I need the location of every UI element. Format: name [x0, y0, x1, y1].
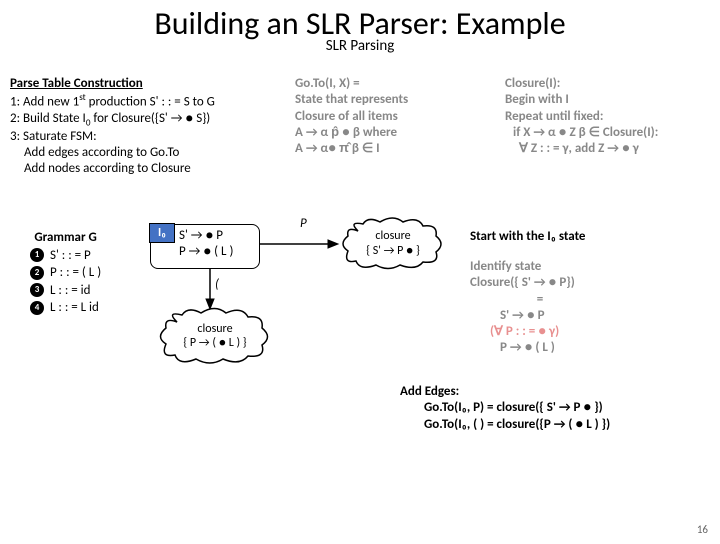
closure-definition: Closure(I): Begin with I Repeat until fi… — [505, 76, 715, 157]
cloud-right-l2: { S' → P ● } — [366, 244, 420, 258]
i0-item-2: P → ● ( L ) — [179, 244, 255, 260]
closure-l1: Closure(I): — [505, 76, 715, 92]
identify-l5: (∀ P : : = ● γ) — [470, 324, 610, 340]
edges-l1: Go.To(I₀, P) = closure({ S' → P ● }) — [400, 400, 610, 416]
goto-definition: Go.To(I, X) = State that represents Clos… — [295, 76, 475, 157]
goto-l5: A → α● π̂ β ∈ I — [295, 141, 475, 157]
slide-subtitle: SLR Parsing — [0, 37, 720, 55]
grammar-rule-3: 3L : : = id — [30, 282, 101, 300]
state-i0-box: I₀ S' → ● P P → ● ( L ) — [150, 224, 260, 269]
grammar-rule-1: 1S' : : = P — [30, 247, 101, 265]
goto-l1: Go.To(I, X) = — [295, 76, 475, 92]
page-number: 16 — [697, 523, 708, 536]
grammar-rule-4: 4L : : = L id — [30, 299, 101, 317]
identify-l3: = — [470, 292, 610, 308]
i0-item-1: S' → ● P — [179, 228, 255, 244]
identify-l4: S' → ● P — [470, 308, 610, 324]
edge-arrow-p — [260, 234, 340, 254]
identify-state-block: Identify state Closure({ S' → ● P}) = S'… — [470, 259, 610, 357]
grammar-rule-2: 2P : : = ( L ) — [30, 264, 101, 282]
identify-l2: Closure({ S' → ● P}) — [470, 275, 610, 291]
ptc-line2: 2: Build State I0 for Closure({S' → ● S}… — [10, 111, 270, 129]
cloud-bottom-l1: closure — [183, 322, 246, 336]
identify-l6: P → ● ( L ) — [470, 340, 610, 356]
start-text: Start with the I₀ state — [470, 229, 585, 244]
grammar-g: Grammar G 1S' : : = P 2P : : = ( L ) 3L … — [30, 229, 101, 317]
goto-l4: A → α p̂ ● β where — [295, 125, 475, 141]
closure-l2: Begin with I — [505, 92, 715, 108]
identify-l1: Identify state — [470, 259, 610, 275]
parse-table-construction: Parse Table Construction 1: Add new 1st … — [10, 76, 270, 178]
edges-l2: Go.To(I₀, ( ) = closure({P → ( ● L ) }) — [400, 417, 610, 433]
goto-l3: Closure of all items — [295, 109, 475, 125]
ptc-line4: Add edges according to Go.To — [10, 145, 270, 161]
edge-label-p: P — [300, 216, 307, 231]
closure-l5: ∀ Z : : = γ, add Z → ● γ — [505, 141, 715, 157]
ptc-line1: 1: Add new 1st production S' : : = S to … — [10, 92, 270, 111]
closure-l3: Repeat until fixed: — [505, 109, 715, 125]
cloud-right-l1: closure — [366, 229, 420, 243]
ptc-line3: 3: Saturate FSM: — [10, 129, 270, 145]
closure-l4: if X → α ● Z β ∈ Closure(I): — [505, 125, 715, 141]
goto-l2: State that represents — [295, 92, 475, 108]
closure-cloud-bottom: closure { P → ( ● L ) } — [155, 306, 275, 366]
ptc-heading: Parse Table Construction — [10, 76, 270, 92]
add-edges-block: Add Edges: Go.To(I₀, P) = closure({ S' →… — [400, 384, 610, 433]
edge-label-paren: ( — [215, 277, 219, 292]
closure-cloud-right: closure { S' → P ● } — [338, 216, 448, 271]
ptc-line5: Add nodes according to Closure — [10, 161, 270, 177]
edges-head: Add Edges: — [400, 384, 610, 400]
state-i0-label: I₀ — [149, 223, 175, 243]
cloud-bottom-l2: { P → ( ● L ) } — [183, 336, 246, 350]
grammar-heading: Grammar G — [30, 229, 101, 247]
